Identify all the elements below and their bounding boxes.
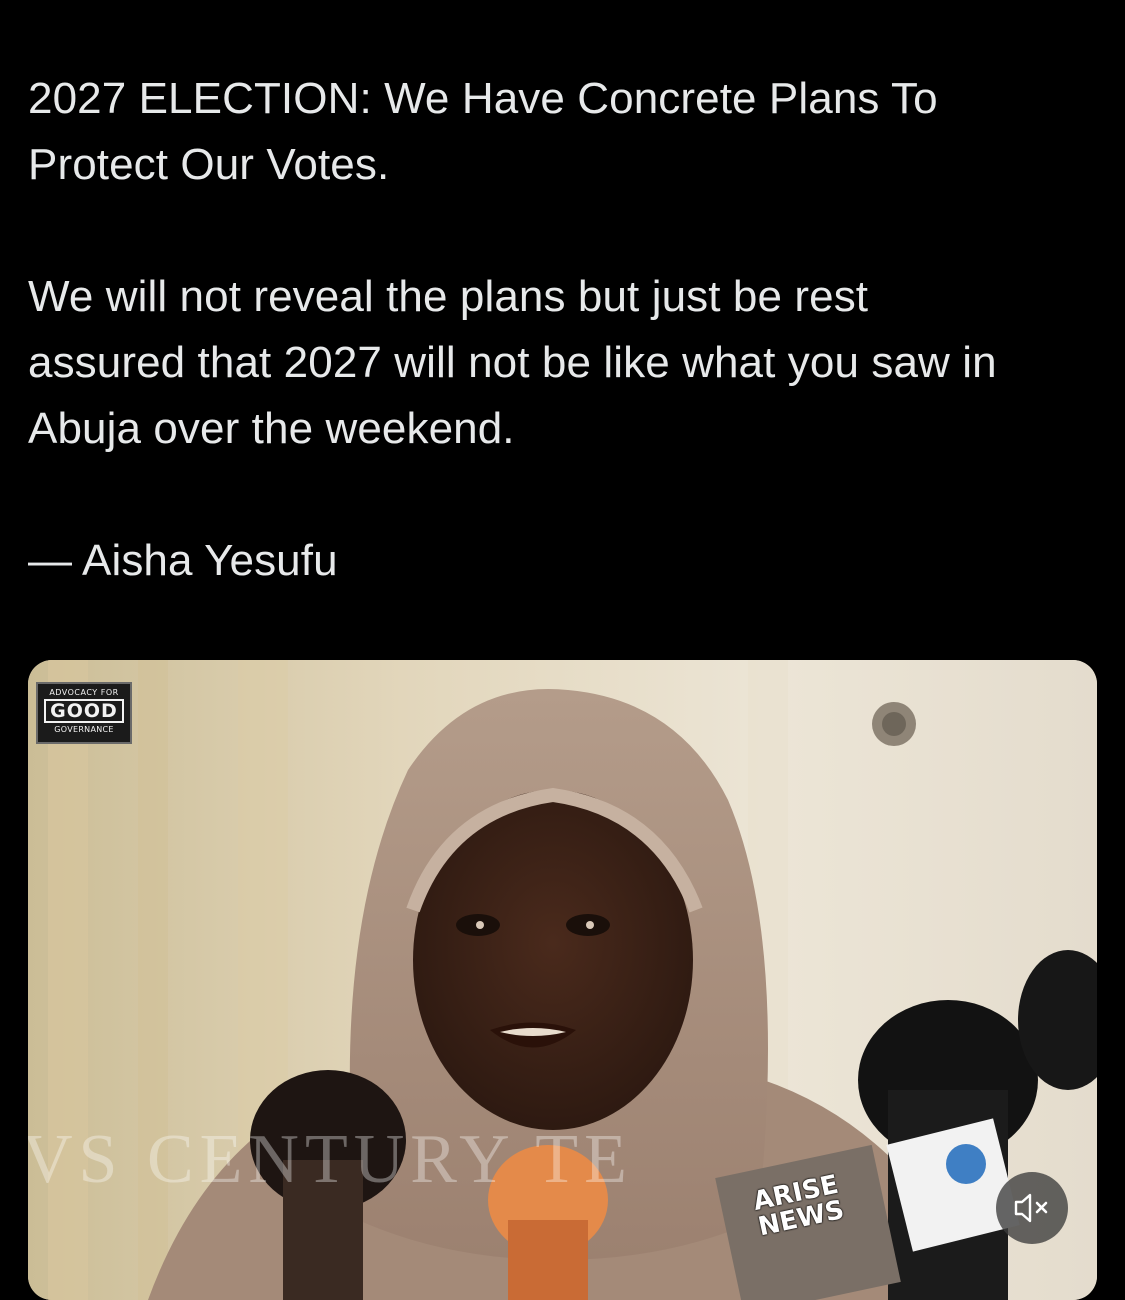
post-body-line-2: assured that 2027 will not be like what …: [28, 338, 997, 387]
logo-top-text: ADVOCACY FOR: [49, 688, 119, 697]
post-headline-line-2: Protect Our Votes.: [28, 140, 390, 189]
post-text: 2027 ELECTION: We Have Concrete Plans To…: [28, 66, 1098, 594]
mute-toggle-button[interactable]: [996, 1172, 1068, 1244]
post-attribution: — Aisha Yesufu: [28, 536, 338, 585]
video-frame: [28, 660, 1097, 1300]
video-player[interactable]: ADVOCACY FOR GOOD GOVERNANCE VS CENTURY …: [28, 660, 1097, 1300]
speaker-muted-icon: [1014, 1193, 1048, 1223]
post-body-line-1: We will not reveal the plans but just be…: [28, 272, 869, 321]
video-watermark: VS CENTURY TE: [28, 1121, 633, 1198]
post-headline-line-1: 2027 ELECTION: We Have Concrete Plans To: [28, 74, 938, 123]
post-body-line-3: Abuja over the weekend.: [28, 404, 515, 453]
logo-middle-text: GOOD: [44, 699, 124, 723]
logo-bottom-text: GOVERNANCE: [54, 725, 114, 734]
channel-logo: ADVOCACY FOR GOOD GOVERNANCE: [36, 682, 132, 744]
